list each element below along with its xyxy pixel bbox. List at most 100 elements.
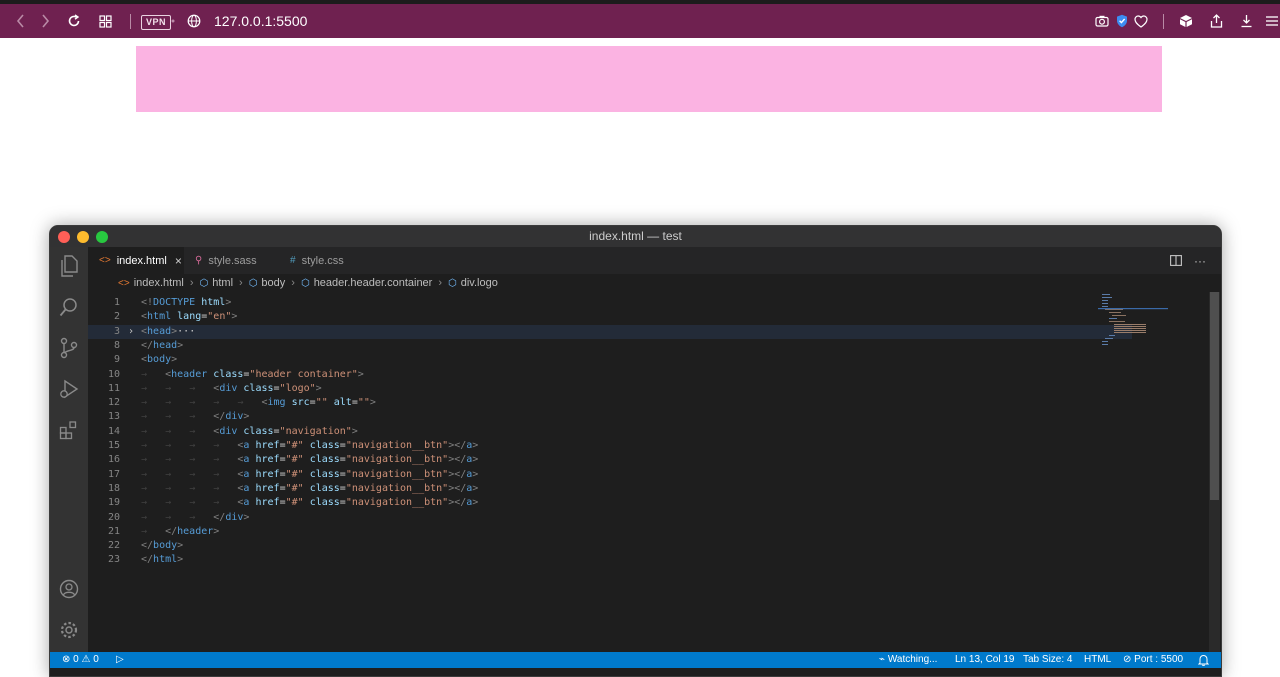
code-token: lang bbox=[177, 311, 202, 323]
source-control-icon[interactable] bbox=[57, 336, 81, 360]
code-line[interactable]: 1 <!DOCTYPE html> bbox=[88, 296, 1132, 310]
code-token: ></ bbox=[448, 482, 467, 494]
vpn-badge[interactable]: VPN bbox=[141, 15, 172, 30]
vertical-scrollbar-thumb[interactable] bbox=[1210, 292, 1219, 500]
indent-guide: → bbox=[165, 511, 190, 523]
code-token: "header container" bbox=[249, 368, 358, 380]
live-server-port[interactable]: ⊘ Port : 5500 bbox=[1123, 652, 1183, 668]
code-token: "#" bbox=[285, 454, 304, 466]
window-title-text: index.html — test bbox=[589, 229, 682, 243]
code-line[interactable]: 21 → </header> bbox=[88, 525, 1132, 539]
code-line[interactable]: 8 </head> bbox=[88, 339, 1132, 353]
window-title: index.html — test bbox=[50, 226, 1221, 247]
code-line[interactable]: 19 → → → → <a href="#" class="navigation_… bbox=[88, 496, 1132, 510]
code-line[interactable]: 17 → → → → <a href="#" class="navigation_… bbox=[88, 468, 1132, 482]
extensions-icon[interactable] bbox=[57, 418, 81, 442]
indent-guide: → bbox=[165, 440, 190, 451]
indent-guide: → bbox=[141, 397, 166, 409]
tab-index-html[interactable]: <> index.html × bbox=[88, 247, 184, 274]
close-window-button[interactable] bbox=[58, 231, 70, 243]
code-token: "navigation__btn" bbox=[345, 454, 449, 466]
code-line[interactable]: 18 → → → → <a href="#" class="navigation_… bbox=[88, 482, 1132, 496]
code-token: "navigation__btn" bbox=[345, 468, 449, 480]
code-token: "logo" bbox=[279, 382, 316, 394]
indent-guide: → bbox=[189, 397, 214, 409]
run-icon[interactable]: ▷ bbox=[116, 652, 124, 668]
code-token: img bbox=[267, 397, 286, 409]
breadcrumb-item[interactable]: header.header.container bbox=[314, 277, 433, 289]
notifications-bell-icon[interactable] bbox=[1197, 652, 1210, 668]
indent-guide: → bbox=[141, 454, 166, 466]
settings-gear-icon[interactable] bbox=[57, 618, 81, 642]
zoom-window-button[interactable] bbox=[96, 231, 108, 243]
tab-size-indicator[interactable]: Tab Size: 4 bbox=[1023, 652, 1072, 668]
indent-guide: → bbox=[189, 411, 214, 423]
cube-icon[interactable] bbox=[1178, 4, 1194, 38]
code-token: </ bbox=[213, 411, 226, 423]
code-token: > bbox=[472, 454, 479, 466]
code-line[interactable]: 10 → <header class="header container"> bbox=[88, 368, 1132, 382]
more-actions-icon[interactable]: ··· bbox=[1194, 247, 1206, 274]
download-icon[interactable] bbox=[1238, 4, 1254, 38]
shield-icon[interactable] bbox=[1114, 4, 1130, 38]
close-tab-icon[interactable]: × bbox=[175, 254, 182, 268]
code-line[interactable]: 23 </html> bbox=[88, 553, 1132, 567]
activity-bar bbox=[50, 247, 88, 652]
minimap[interactable] bbox=[1098, 292, 1168, 352]
code-line[interactable]: 11 → → → <div class="logo"> bbox=[88, 382, 1132, 396]
code-line[interactable]: 15 → → → → <a href="#" class="navigation_… bbox=[88, 439, 1132, 453]
globe-icon[interactable] bbox=[185, 4, 203, 38]
search-icon[interactable] bbox=[57, 295, 81, 319]
code-token: class bbox=[243, 425, 274, 437]
tab-style-sass[interactable]: ⚲ style.sass bbox=[184, 247, 278, 274]
forward-icon[interactable] bbox=[36, 4, 54, 38]
code-line[interactable]: 3 › <head>··· bbox=[88, 324, 1132, 339]
share-icon[interactable] bbox=[1208, 4, 1224, 38]
back-icon[interactable] bbox=[12, 4, 30, 38]
code-line[interactable]: 20 → → → </div> bbox=[88, 511, 1132, 525]
code-token: head bbox=[147, 325, 172, 337]
account-icon[interactable] bbox=[57, 577, 81, 601]
language-mode[interactable]: HTML bbox=[1084, 652, 1111, 668]
line-number: 2 bbox=[113, 311, 120, 323]
breadcrumb-item[interactable]: index.html bbox=[134, 277, 184, 289]
camera-icon[interactable] bbox=[1094, 4, 1110, 38]
indent-guide: → bbox=[165, 482, 190, 494]
line-number: 8 bbox=[113, 339, 120, 351]
explorer-icon[interactable] bbox=[57, 254, 81, 278]
breadcrumb-item[interactable]: html bbox=[212, 277, 233, 289]
indent-guide: → bbox=[189, 454, 214, 466]
code-text: → </header> bbox=[141, 525, 219, 539]
code-line[interactable]: 14 → → → <div class="navigation"> bbox=[88, 425, 1132, 439]
code-token: "" bbox=[315, 397, 328, 409]
reload-icon[interactable] bbox=[65, 4, 83, 38]
breadcrumb-item[interactable]: div.logo bbox=[461, 277, 498, 289]
tab-grid-icon[interactable] bbox=[96, 4, 114, 38]
code-line[interactable]: 13 → → → </div> bbox=[88, 410, 1132, 424]
breadcrumb-item[interactable]: body bbox=[261, 277, 285, 289]
code-editor[interactable]: 1 <!DOCTYPE html> 2 <html lang="en"> 3 › <head… bbox=[88, 292, 1170, 652]
code-line[interactable]: 2 <html lang="en"> bbox=[88, 310, 1132, 324]
code-line[interactable]: 12 → → → → → <img src="" alt=""> bbox=[88, 396, 1132, 410]
page-header-block bbox=[136, 46, 1162, 112]
code-line[interactable]: 9 <body> bbox=[88, 353, 1132, 367]
address-bar[interactable]: 127.0.0.1:5500 bbox=[214, 4, 307, 38]
code-token: </ bbox=[165, 525, 178, 537]
code-line[interactable]: 16 → → → → <a href="#" class="navigation_… bbox=[88, 453, 1132, 467]
split-editor-icon[interactable] bbox=[1170, 247, 1182, 274]
code-text: → → → → <a href="#" class="navigation__b… bbox=[141, 496, 478, 510]
code-text: <!DOCTYPE html> bbox=[141, 296, 231, 310]
menu-icon[interactable] bbox=[1264, 4, 1280, 38]
code-line[interactable]: 22 </body> bbox=[88, 539, 1132, 553]
minimize-window-button[interactable] bbox=[77, 231, 89, 243]
tab-style-css[interactable]: # style.css bbox=[278, 247, 374, 274]
live-sass-watching[interactable]: ⌁ Watching... bbox=[879, 652, 937, 668]
code-token: head bbox=[153, 339, 178, 351]
run-debug-icon[interactable] bbox=[57, 377, 81, 401]
fold-chevron-icon[interactable]: › bbox=[128, 325, 134, 339]
tab-label: style.css bbox=[301, 254, 344, 267]
chevron-right-icon: › bbox=[189, 277, 194, 289]
cursor-position[interactable]: Ln 13, Col 19 bbox=[955, 652, 1015, 668]
heart-icon[interactable] bbox=[1133, 4, 1149, 38]
problems-indicator[interactable]: ⊗ 0 ⚠ 0 bbox=[62, 652, 99, 668]
